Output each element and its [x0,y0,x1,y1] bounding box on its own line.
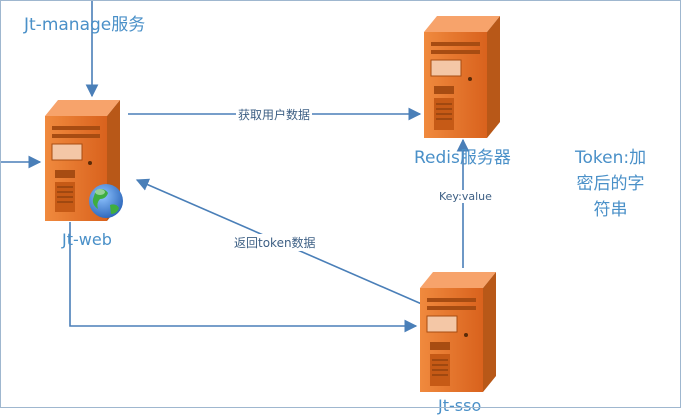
edge-label-get-user-data: 获取用户数据 [236,106,313,123]
node-label-jt-sso: Jt-sso [438,396,482,415]
server-redis [424,16,500,138]
server-jt-sso [420,272,496,392]
node-label-redis: Redis服务器 [414,148,511,168]
node-label-jt-manage: Jt-manage服务 [24,15,146,35]
node-label-jt-web: Jt-web [62,230,112,249]
globe-icon [89,184,123,218]
token-note-line: 符串 [593,200,628,220]
token-note-line: 密后的字 [576,174,645,194]
token-note-line: Token:加 [575,148,647,168]
edge-label-key-value: Key:value [437,190,494,203]
edge-label-return-token: 返回token数据 [232,234,318,251]
token-note: Token:加 密后的字 符串 [575,145,646,223]
